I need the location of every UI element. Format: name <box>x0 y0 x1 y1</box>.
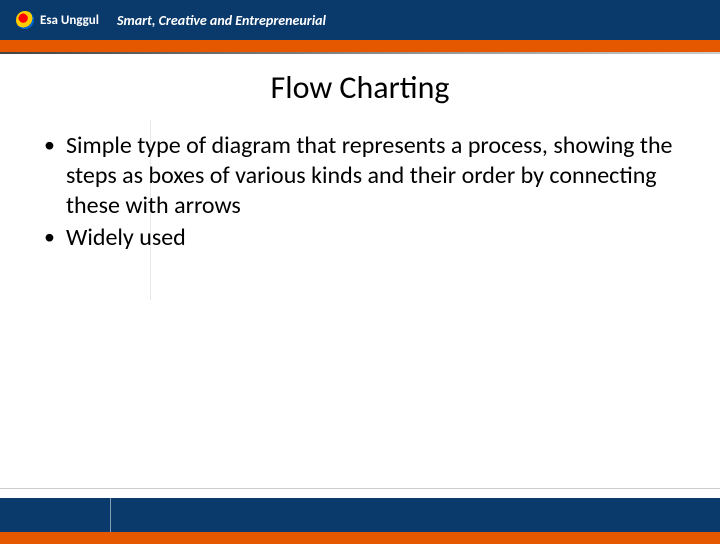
footer <box>0 488 720 540</box>
list-item: Widely used <box>44 223 684 253</box>
header-orange-bar <box>0 40 720 52</box>
bullet-list: Simple type of diagram that represents a… <box>44 131 684 253</box>
brand-tagline: Smart, Creative and Entrepreneurial <box>117 12 326 29</box>
footer-orange-band <box>0 532 720 544</box>
footer-navy-band <box>0 498 720 532</box>
slide-content: Simple type of diagram that represents a… <box>0 131 720 253</box>
footer-white-band <box>0 488 720 498</box>
header-bar: Esa Unggul Smart, Creative and Entrepren… <box>0 0 720 40</box>
brand-name: Esa Unggul <box>40 13 99 28</box>
brand-logo: Esa Unggul <box>16 11 99 29</box>
logo-swirl-icon <box>16 11 34 29</box>
slide-title: Flow Charting <box>0 68 720 107</box>
header-divider <box>0 52 720 54</box>
list-item: Simple type of diagram that represents a… <box>44 131 684 221</box>
